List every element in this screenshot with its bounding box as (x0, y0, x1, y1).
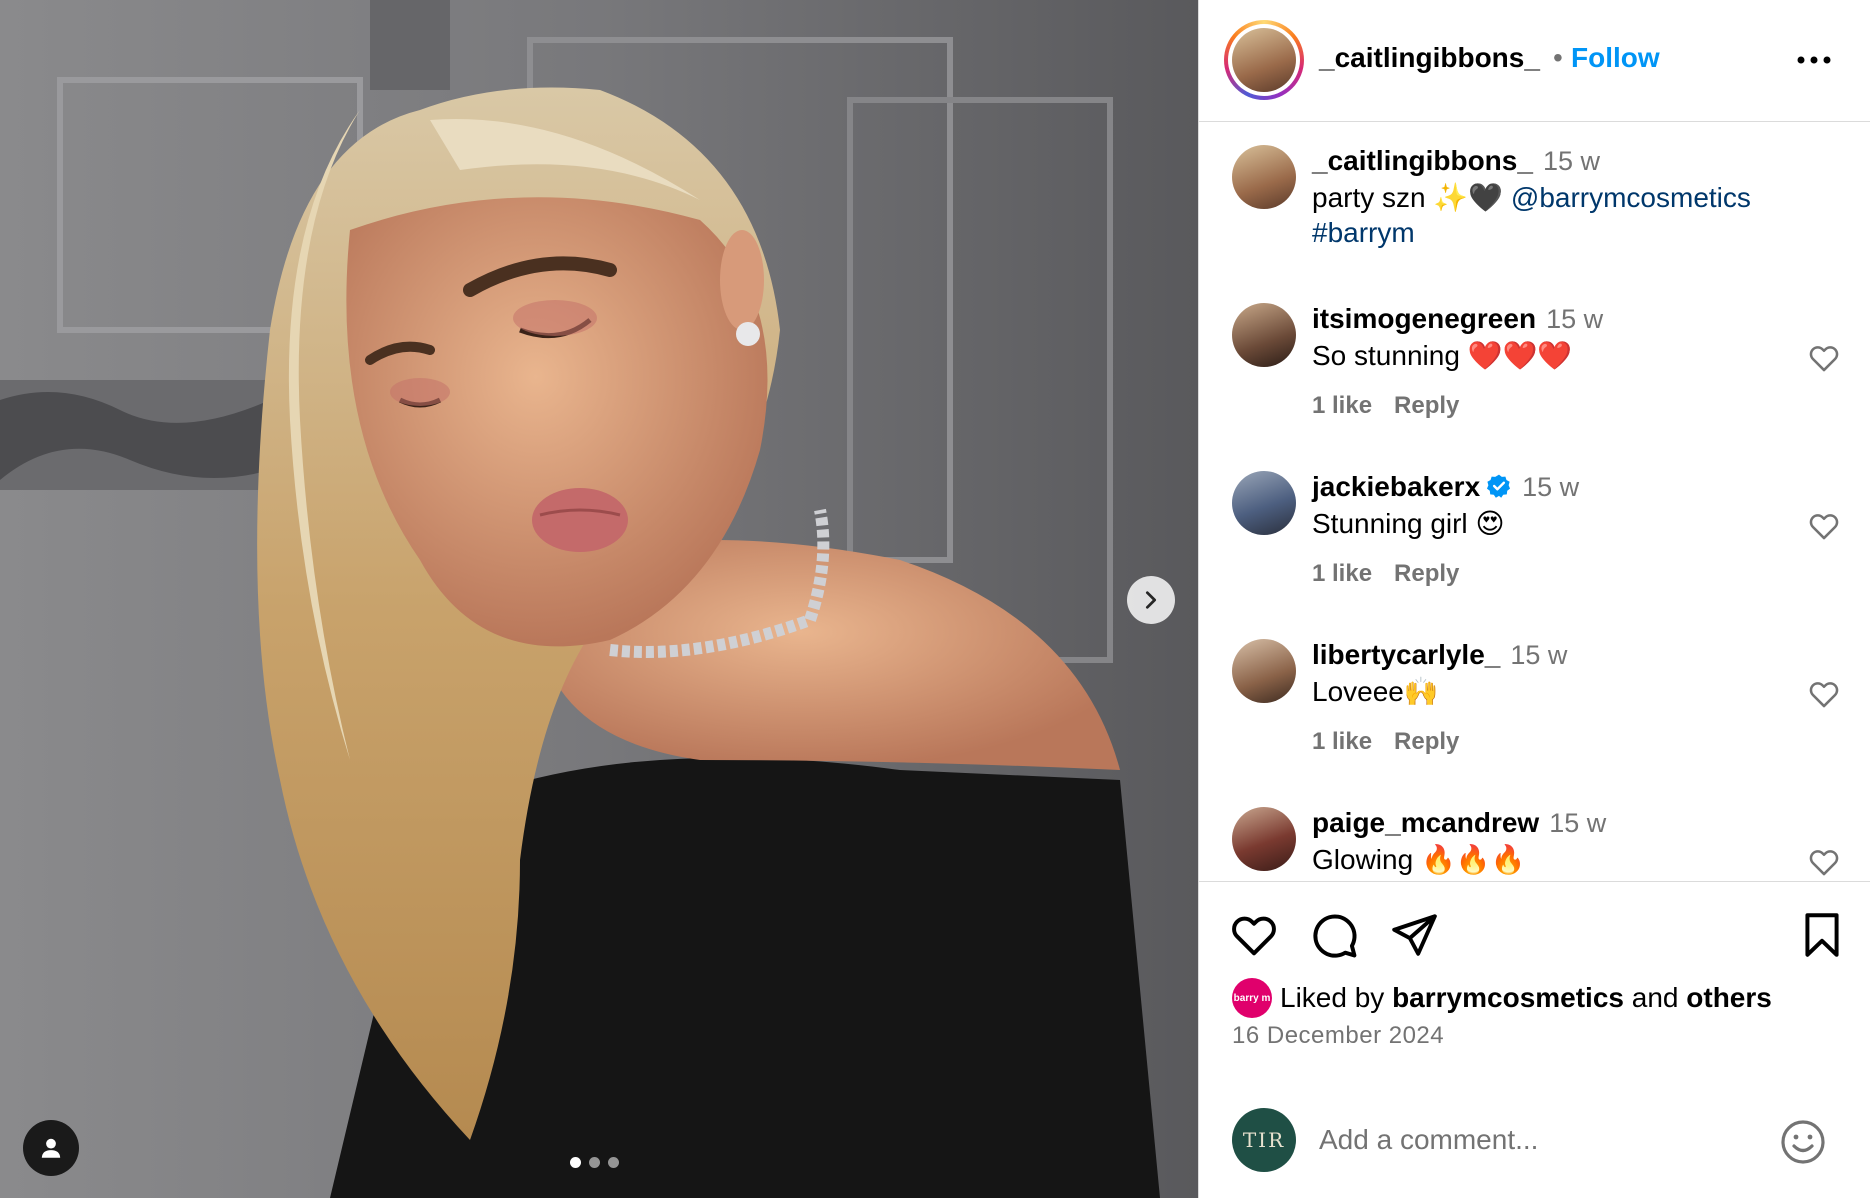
add-comment-bar: TIR (1199, 1080, 1870, 1198)
caption-username[interactable]: _caitlingibbons_ (1312, 145, 1533, 176)
follow-button[interactable]: Follow (1571, 42, 1660, 74)
comment-input[interactable] (1319, 1118, 1759, 1162)
avatar[interactable] (1232, 145, 1296, 209)
reply-button[interactable]: Reply (1394, 392, 1459, 419)
comment-username[interactable]: paige_mcandrew (1312, 807, 1539, 838)
mention-link[interactable]: @barrymcosmetics (1511, 182, 1751, 213)
heart-icon[interactable] (1807, 677, 1841, 711)
more-options-button[interactable] (1789, 40, 1839, 80)
heart-icon[interactable] (1807, 845, 1841, 879)
tagged-users-button[interactable] (23, 1120, 79, 1176)
carousel-dot (570, 1157, 581, 1168)
avatar[interactable] (1232, 639, 1296, 703)
emoji-icon[interactable] (1779, 1118, 1827, 1166)
liked-by-text: Liked by barrymcosmetics and others (1280, 982, 1772, 1013)
reply-button[interactable]: Reply (1394, 728, 1459, 755)
hashtag-link[interactable]: #barrym (1312, 217, 1415, 249)
verified-badge-icon (1487, 474, 1511, 498)
post-header: _caitlingibbons_ • Follow (1199, 0, 1870, 122)
comment-text: Glowing 🔥🔥🔥 (1312, 844, 1526, 875)
comment-time: 15 w (1510, 640, 1568, 670)
comment-text: So stunning ❤️❤️❤️ (1312, 340, 1573, 371)
more-horizontal-icon (1797, 56, 1831, 64)
like-heart-icon[interactable] (1229, 910, 1279, 960)
avatar[interactable] (1232, 471, 1296, 535)
post-side-panel: _caitlingibbons_ • Follow _caitlingibbon… (1198, 0, 1870, 1198)
heart-icon[interactable] (1807, 341, 1841, 375)
comment-text: Loveee🙌 (1312, 676, 1439, 707)
chevron-right-icon (1145, 591, 1157, 609)
author-avatar[interactable] (1224, 20, 1304, 100)
liked-by: barry m Liked by barrymcosmetics and oth… (1232, 978, 1772, 1018)
comment-username[interactable]: libertycarlyle_ (1312, 639, 1500, 670)
comments-list[interactable]: _caitlingibbons_ 15 w party szn ✨🖤 @barry… (1199, 123, 1870, 881)
post-date: 16 December 2024 (1232, 1022, 1445, 1049)
carousel-indicator (570, 1157, 619, 1168)
likes-others-link[interactable]: others (1686, 982, 1772, 1013)
comment-time: 15 w (1549, 808, 1607, 838)
reply-button[interactable]: Reply (1394, 560, 1459, 587)
avatar[interactable] (1232, 303, 1296, 367)
liker-username[interactable]: barrymcosmetics (1392, 982, 1624, 1013)
comment-username[interactable]: itsimogenegreen (1312, 303, 1536, 334)
post-image (0, 0, 1198, 1198)
caption-text: party szn ✨🖤 @barrymcosmetics (1312, 182, 1751, 213)
current-user-avatar[interactable]: TIR (1232, 1108, 1296, 1172)
comment-text: Stunning girl 😍 (1312, 508, 1505, 539)
comment-time: 15 w (1546, 304, 1604, 334)
heart-icon[interactable] (1807, 509, 1841, 543)
carousel-dot (608, 1157, 619, 1168)
user-icon (41, 1138, 61, 1158)
liker-avatar[interactable]: barry m (1232, 978, 1272, 1018)
comment-icon[interactable] (1309, 910, 1359, 960)
caption-time: 15 w (1542, 146, 1600, 176)
comment-likes[interactable]: 1 like (1312, 728, 1372, 755)
comment-likes[interactable]: 1 like (1312, 392, 1372, 419)
carousel-dot (589, 1157, 600, 1168)
avatar[interactable] (1232, 807, 1296, 871)
comment-time: 15 w (1522, 472, 1580, 502)
post-photo[interactable] (0, 0, 1198, 1198)
share-icon[interactable] (1389, 910, 1439, 960)
bookmark-icon[interactable] (1797, 910, 1847, 960)
separator-dot: • (1553, 42, 1563, 73)
comment-username[interactable]: jackiebakerx (1312, 471, 1480, 502)
next-image-button[interactable] (1127, 576, 1175, 624)
author-username[interactable]: _caitlingibbons_ (1319, 42, 1540, 74)
comment-likes[interactable]: 1 like (1312, 560, 1372, 587)
